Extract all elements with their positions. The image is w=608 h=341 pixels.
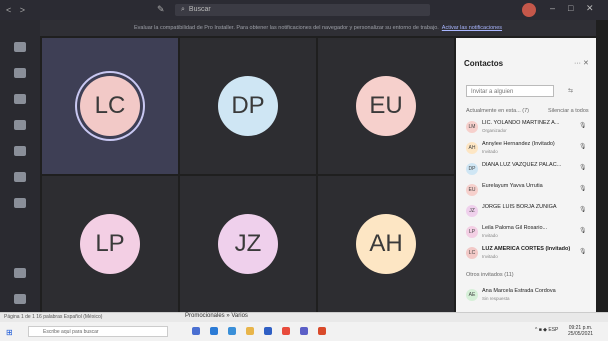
banner-text: Evaluar la compatibilidad de Pro Install… xyxy=(133,25,439,31)
back-forward-icon[interactable]: < > xyxy=(6,5,28,15)
close-button[interactable]: ✕ xyxy=(586,3,594,14)
title-bar: < > ✎ ⌕ Buscar – □ ✕ xyxy=(0,0,608,20)
apps-icon[interactable] xyxy=(14,268,26,278)
participant-avatar: JZ xyxy=(466,205,478,217)
activity-icon[interactable] xyxy=(14,42,26,52)
participant-tile[interactable]: JZ xyxy=(180,176,316,312)
status-text: Página 1 de 1 16 palabras Español (Méxic… xyxy=(4,314,103,320)
participant-avatar: AH xyxy=(466,142,478,154)
video-grid: LC DP EU LP JZ AH xyxy=(42,38,454,312)
list-item[interactable]: DP DIANA LUZ VAZQUEZ PALAC... 🎙 xyxy=(466,160,590,178)
clock-date: 25/05/2021 xyxy=(568,331,594,337)
panel-controls[interactable]: ··· ✕ xyxy=(574,59,589,67)
participant-avatar: DP xyxy=(466,163,478,175)
app-rail xyxy=(0,20,40,321)
word-icon[interactable] xyxy=(264,327,272,335)
assignments-icon[interactable] xyxy=(14,120,26,130)
search-input[interactable]: ⌕ Buscar xyxy=(175,4,430,16)
taskbar-search-input[interactable]: Escribe aquí para buscar xyxy=(28,326,168,337)
in-meeting-header: Actualmente en esta... (7) Silenciar a t… xyxy=(466,108,589,114)
list-item[interactable]: AH Annylee Hernandez (Invitado) Invitado 🎙 xyxy=(466,139,590,157)
participant-avatar: EU xyxy=(466,184,478,196)
mic-icon[interactable]: 🎙 xyxy=(579,185,587,192)
mic-icon[interactable]: 🎙 xyxy=(579,227,587,234)
chat-icon[interactable] xyxy=(14,68,26,78)
participant-name: Annylee Hernandez (Invitado) xyxy=(482,141,555,147)
teams-icon[interactable] xyxy=(14,94,26,104)
participant-name: JORGE LUIS BORJA ZUNIGA xyxy=(482,204,557,210)
office-icon[interactable] xyxy=(318,327,326,335)
mic-icon[interactable]: 🎙 xyxy=(579,248,587,255)
participant-role: Organizador xyxy=(482,128,507,133)
participant-tile[interactable]: LP xyxy=(42,176,178,312)
list-item[interactable]: LM LIC. YOLANDO MARTÍNEZ A... Organizador 🎙 xyxy=(466,118,590,136)
notification-banner: Evaluar la compatibilidad de Pro Install… xyxy=(40,20,596,36)
enable-notifications-link[interactable]: Activar las notificaciones xyxy=(442,25,502,31)
windows-start-icon[interactable]: ⊞ xyxy=(6,328,13,337)
edge-icon[interactable] xyxy=(210,327,218,335)
others-header[interactable]: Otros invitados (11) xyxy=(466,272,514,278)
help-icon[interactable] xyxy=(14,294,26,304)
mic-icon[interactable]: 🎙 xyxy=(579,164,587,171)
search-placeholder: Buscar xyxy=(188,6,211,13)
system-tray[interactable]: ^ ■ ◆ ESP xyxy=(535,327,558,333)
list-item[interactable]: EU Eurelayum Yavva Urrutia 🎙 xyxy=(466,181,590,199)
store-icon[interactable] xyxy=(228,327,236,335)
participant-role: Invitado xyxy=(482,254,498,259)
task-view-icon[interactable] xyxy=(192,327,200,335)
calls-icon[interactable] xyxy=(14,172,26,182)
participant-tile[interactable]: EU xyxy=(318,38,454,174)
participant-avatar: LP xyxy=(466,226,478,238)
list-item[interactable]: LC LUZ AMERICA CORTÉS (Invitado) Invitado 🎙 xyxy=(466,244,590,262)
participant-name: Leila Paloma Gil Rosario... xyxy=(482,225,548,231)
teams-app-icon[interactable] xyxy=(300,327,308,335)
participant-tile[interactable]: AH xyxy=(318,176,454,312)
participant-tile[interactable]: DP xyxy=(180,38,316,174)
participant-role: Invitado xyxy=(482,233,498,238)
mic-icon[interactable]: 🎙 xyxy=(579,122,587,129)
participant-avatar: LM xyxy=(466,121,478,133)
search-icon: ⌕ xyxy=(181,6,185,13)
share-invite-icon[interactable]: ⇆ xyxy=(568,87,573,94)
participant-avatar: DP xyxy=(218,76,278,136)
calendar-icon[interactable] xyxy=(14,146,26,156)
participant-avatar: EU xyxy=(356,76,416,136)
participant-avatar: JZ xyxy=(218,214,278,274)
taskbar: ⊞ Escribe aquí para buscar ^ ■ ◆ ESP 09:… xyxy=(0,322,608,341)
panel-title: Contactos xyxy=(464,59,504,68)
chrome-icon[interactable] xyxy=(282,327,290,335)
list-item[interactable]: AE Ana Marcela Estrada Cordova Sin respu… xyxy=(466,286,590,304)
invite-input[interactable]: Invitar a alguien xyxy=(466,85,554,97)
participant-name: Ana Marcela Estrada Cordova xyxy=(482,288,556,294)
participant-avatar: LP xyxy=(80,214,140,274)
participant-role: Sin respuesta xyxy=(482,296,510,301)
participant-avatar: AH xyxy=(356,214,416,274)
participants-panel: Contactos ··· ✕ Invitar a alguien ⇆ Actu… xyxy=(456,38,596,312)
document-status-bar: Página 1 de 1 16 palabras Español (Méxic… xyxy=(0,312,608,322)
mute-all-button[interactable]: Silenciar a todos xyxy=(548,108,589,114)
participant-avatar: AE xyxy=(466,289,478,301)
mic-icon[interactable]: 🎙 xyxy=(579,206,587,213)
participant-name: LUZ AMERICA CORTÉS (Invitado) xyxy=(482,246,571,252)
mic-icon[interactable]: 🎙 xyxy=(579,143,587,150)
clock[interactable]: 09:21 p.m. 25/05/2021 xyxy=(568,325,593,337)
compose-icon[interactable]: ✎ xyxy=(157,4,165,15)
participant-avatar: LC xyxy=(466,247,478,259)
participant-name: DIANA LUZ VAZQUEZ PALAC... xyxy=(482,162,562,168)
list-item[interactable]: JZ JORGE LUIS BORJA ZUNIGA 🎙 xyxy=(466,202,590,220)
participant-name: LIC. YOLANDO MARTÍNEZ A... xyxy=(482,120,560,126)
participant-avatar: LC xyxy=(80,76,140,136)
list-item[interactable]: LP Leila Paloma Gil Rosario... Invitado 🎙 xyxy=(466,223,590,241)
user-avatar[interactable] xyxy=(522,3,536,17)
explorer-icon[interactable] xyxy=(246,327,254,335)
minimize-button[interactable]: – xyxy=(550,3,555,13)
files-icon[interactable] xyxy=(14,198,26,208)
participant-name: Eurelayum Yavva Urrutia xyxy=(482,183,543,189)
participant-tile[interactable]: LC xyxy=(42,38,178,174)
status-tab[interactable]: Promocionales » Varios xyxy=(185,313,248,319)
participant-role: Invitado xyxy=(482,149,498,154)
in-meeting-label[interactable]: Actualmente en esta... (7) xyxy=(466,108,529,114)
maximize-button[interactable]: □ xyxy=(568,3,573,13)
